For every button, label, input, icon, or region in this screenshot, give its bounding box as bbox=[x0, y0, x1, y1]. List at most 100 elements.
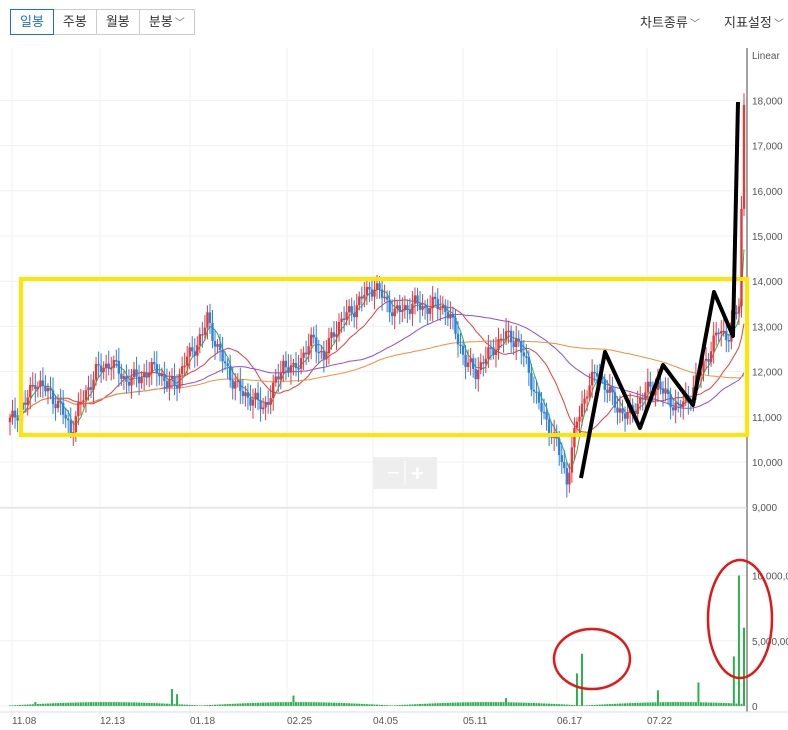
candle-body bbox=[464, 354, 467, 367]
volume-bar bbox=[305, 702, 308, 706]
volume-bar bbox=[507, 702, 510, 706]
volume-bar bbox=[517, 702, 520, 706]
volume-bar bbox=[221, 704, 224, 706]
volume-bar bbox=[510, 702, 513, 706]
volume-bar bbox=[246, 703, 249, 706]
volume-bar bbox=[613, 703, 616, 706]
volume-bar bbox=[479, 702, 482, 706]
volume-bar bbox=[269, 702, 272, 706]
volume-bar bbox=[82, 702, 85, 706]
volume-bar bbox=[226, 704, 229, 706]
candle-body bbox=[479, 362, 482, 371]
candle-body bbox=[59, 400, 62, 403]
candle-body bbox=[418, 303, 422, 310]
volume-bar bbox=[214, 704, 217, 706]
candle-body bbox=[439, 308, 442, 310]
volume-bar bbox=[201, 705, 204, 706]
candle-body bbox=[722, 330, 725, 333]
candle-body bbox=[208, 312, 212, 323]
volume-bar bbox=[168, 703, 171, 706]
moving-average-line bbox=[9, 340, 745, 418]
candle-body bbox=[23, 402, 27, 405]
volume-bar bbox=[656, 690, 659, 706]
volume-bar bbox=[527, 702, 530, 706]
volume-bar bbox=[618, 703, 621, 706]
candle-body bbox=[294, 362, 298, 369]
volume-bar bbox=[570, 704, 573, 706]
zoom-out-button[interactable]: − bbox=[387, 460, 400, 485]
x-tick-label: 04.05 bbox=[373, 716, 398, 727]
candle-body bbox=[358, 296, 361, 306]
volume-bar bbox=[679, 702, 682, 706]
candle-body bbox=[170, 376, 174, 379]
candle-body bbox=[431, 296, 434, 309]
volume-bar bbox=[715, 702, 718, 706]
candle-body bbox=[401, 310, 404, 312]
candle-body bbox=[444, 305, 447, 312]
x-tick-label: 01.18 bbox=[190, 716, 215, 727]
volume-bar bbox=[365, 704, 368, 706]
candle-body bbox=[509, 330, 513, 343]
volume-bar bbox=[649, 702, 652, 706]
candle-body bbox=[522, 352, 525, 357]
candle-body bbox=[477, 370, 480, 380]
volume-bar bbox=[107, 702, 110, 706]
candle-body bbox=[196, 345, 199, 356]
grid-lines bbox=[0, 48, 747, 712]
volume-bar bbox=[730, 703, 733, 706]
volume-bar bbox=[229, 703, 232, 706]
volume-bar bbox=[310, 702, 313, 706]
candle-body bbox=[183, 365, 186, 368]
volume-bar bbox=[558, 704, 561, 706]
volume-bar bbox=[330, 702, 333, 706]
candle-body bbox=[145, 373, 148, 377]
candle-body bbox=[8, 417, 12, 423]
volume-bar bbox=[79, 702, 82, 706]
volume-bar bbox=[624, 703, 627, 706]
volume-bar bbox=[52, 703, 55, 706]
volume-bar bbox=[682, 702, 685, 706]
volume-bar bbox=[325, 702, 328, 706]
volume-bar bbox=[34, 702, 37, 706]
volume-bar bbox=[117, 702, 120, 706]
volume-bar bbox=[644, 702, 647, 706]
volume-bar bbox=[408, 704, 411, 706]
zoom-in-button[interactable]: + bbox=[411, 461, 424, 486]
volume-bar bbox=[64, 702, 67, 706]
candle-body bbox=[484, 358, 488, 364]
candle-body bbox=[277, 376, 280, 380]
volume-bar bbox=[251, 702, 254, 706]
candle-body bbox=[370, 289, 374, 297]
candle-body bbox=[287, 367, 290, 373]
candle-body bbox=[234, 381, 237, 389]
volume-bar bbox=[444, 702, 447, 706]
candle-body bbox=[345, 312, 348, 320]
volume-bar bbox=[21, 704, 24, 706]
candle-body bbox=[226, 363, 229, 367]
volume-bar bbox=[413, 704, 416, 706]
candle-body bbox=[155, 364, 158, 374]
volume-bar bbox=[406, 704, 409, 706]
candle-body bbox=[77, 402, 80, 417]
volume-bar bbox=[568, 704, 571, 706]
volume-bar bbox=[489, 702, 492, 706]
candle-body bbox=[97, 363, 100, 366]
candle-body bbox=[178, 374, 181, 389]
candle-body bbox=[168, 378, 171, 388]
y-tick-label: 13,000 bbox=[752, 322, 783, 333]
candle-body bbox=[403, 305, 407, 311]
candle-body bbox=[254, 392, 257, 400]
volume-bar bbox=[636, 702, 639, 706]
volume-bar bbox=[484, 702, 487, 706]
candle-body bbox=[606, 389, 609, 393]
price-chart[interactable]: Linear 9,000 10,000 11,000 12,000 13,000 14,0… bbox=[0, 0, 788, 730]
candle-body bbox=[188, 347, 191, 357]
candle-body bbox=[317, 351, 320, 354]
volume-bar bbox=[515, 702, 518, 706]
candle-body bbox=[666, 389, 670, 395]
volume-bar bbox=[434, 703, 437, 706]
candle-body bbox=[297, 368, 300, 370]
volume-bar bbox=[735, 703, 738, 706]
volume-bar bbox=[216, 704, 219, 706]
volume-bar bbox=[178, 704, 181, 706]
